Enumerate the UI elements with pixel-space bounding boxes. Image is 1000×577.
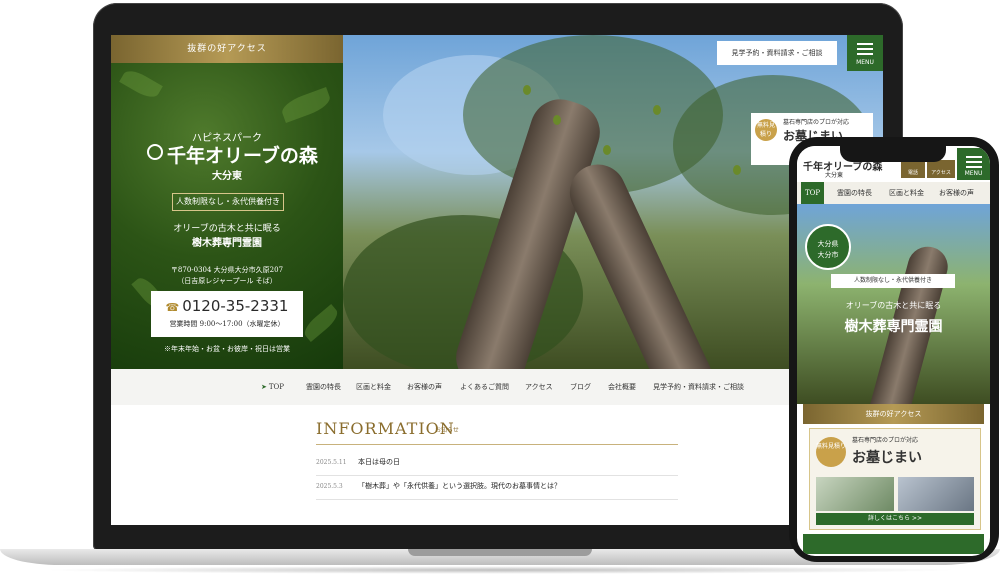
phone-number-row: ☎ 0120-35-2331	[151, 297, 303, 315]
address-note: （日吉原レジャープール そば）	[177, 277, 277, 285]
tab-voices[interactable]: お客様の声	[939, 182, 974, 204]
staff-photo	[898, 477, 974, 511]
reservation-button[interactable]: 見学予約・資料請求・ご相談	[717, 41, 837, 65]
olive-logo-icon	[147, 144, 163, 160]
leaf-decoration	[119, 66, 163, 102]
area-name: 大分東	[212, 171, 242, 182]
hamburger-icon	[966, 166, 982, 168]
news-date: 2025.5.3	[316, 483, 343, 490]
olive-fruit	[553, 115, 561, 125]
information-subtitle: お知らせ	[435, 427, 459, 434]
more-button[interactable]: 詳しくはこちら >>	[816, 513, 974, 525]
olive-fruit	[653, 105, 661, 115]
address[interactable]: 〒870-0304 大分県大分市久原207	[111, 265, 343, 275]
phone-access-label: 抜群の好アクセス	[803, 404, 984, 424]
holiday-note: ※年末年始・お盆・お彼岸・祝日は営業	[164, 345, 290, 353]
phone-tabs: TOP 霊園の特長 区画と料金 お客様の声	[797, 182, 990, 204]
location-city: 大分市	[817, 251, 839, 259]
laptop-shadow	[40, 566, 960, 574]
hamburger-icon	[966, 161, 982, 163]
free-estimate-badge: 無料見積り	[755, 119, 777, 141]
phone-menu-button[interactable]: MENU	[957, 148, 990, 180]
nav-faq[interactable]: よくあるご質問	[460, 369, 509, 405]
tagline: オリーブの古木と共に眠る	[845, 301, 942, 310]
leaf-decoration	[300, 304, 342, 342]
nav-plans[interactable]: 区画と料金	[356, 369, 391, 405]
hamburger-icon	[857, 43, 873, 45]
news-title: 「樹木葬」や「永代供養」という選択肢。現代のお墓事情とは？	[358, 482, 561, 490]
tab-plans[interactable]: 区画と料金	[889, 182, 924, 204]
phone-call-button[interactable]: 電話	[901, 160, 925, 178]
phone-box[interactable]: ☎ 0120-35-2331 営業時間 9:00〜17:00（水曜定休）	[151, 291, 303, 337]
hamburger-icon	[857, 53, 873, 55]
laptop-notch	[408, 549, 592, 556]
nav-top[interactable]: ➤ TOP	[261, 369, 284, 405]
olive-fruit	[603, 145, 611, 155]
arrow-right-icon: ➤	[261, 383, 267, 391]
phone-number: 0120-35-2331	[182, 297, 289, 315]
tagline: オリーブの古木と共に眠る	[173, 224, 281, 234]
tagline-main: 樹木葬専門霊園	[844, 319, 943, 335]
nav-blog[interactable]: ブログ	[570, 369, 591, 405]
divider	[316, 444, 678, 445]
phone-notch	[840, 146, 946, 162]
menu-button[interactable]: MENU	[847, 35, 883, 71]
freedial-icon: ☎	[165, 301, 180, 314]
banner-title: お墓じまい	[852, 450, 922, 466]
banner-text: 墓石専門店のプロが対応	[783, 119, 850, 126]
olive-fruit	[523, 85, 531, 95]
nav-company[interactable]: 会社概要	[608, 369, 636, 405]
leaf-decoration	[279, 87, 333, 123]
nav-voices[interactable]: お客様の声	[407, 369, 442, 405]
site-logo[interactable]: 千年オリーブの森	[147, 141, 318, 167]
phone-hero-image: 大分県大分市 人数制限なし・永代供養付き オリーブの古木と共に眠る 樹木葬専門霊…	[797, 204, 990, 404]
phone-area: 大分東	[825, 172, 844, 179]
menu-label: MENU	[964, 170, 983, 177]
feature-badge: 人数制限なし・永代供養付き	[172, 193, 284, 211]
olive-fruit	[733, 165, 741, 175]
hamburger-icon	[857, 48, 873, 50]
location-pref: 大分県	[817, 240, 839, 248]
hamburger-icon	[966, 156, 982, 158]
news-date: 2025.5.11	[316, 459, 347, 466]
menu-label: MENU	[856, 59, 874, 66]
location-badge: 大分県 大分市	[805, 224, 851, 270]
tab-top[interactable]: TOP	[801, 182, 825, 204]
news-item[interactable]: 2025.5.3 「樹木葬」や「永代供養」という選択肢。現代のお墓事情とは？	[316, 477, 678, 500]
free-estimate-badge: 無料見積り	[816, 437, 846, 467]
access-label: 抜群の好アクセス	[111, 35, 343, 63]
left-panel: 抜群の好アクセス ハピネスパーク 千年オリーブの森 大分東 人数制限なし・永代供…	[111, 35, 343, 369]
nav-access[interactable]: アクセス	[525, 369, 553, 405]
nav-reservation[interactable]: 見学予約・資料請求・ご相談	[653, 369, 744, 405]
tab-features[interactable]: 霊園の特長	[837, 182, 872, 204]
tagline-main: 樹木葬専門霊園	[192, 238, 262, 249]
nav-features[interactable]: 霊園の特長	[306, 369, 341, 405]
phone-bottom-bar	[803, 534, 984, 554]
staff-photo	[816, 477, 894, 511]
feature-badge: 人数制限なし・永代供養付き	[831, 274, 955, 288]
logo-text: 千年オリーブの森	[167, 145, 318, 167]
phone-screen: 千年オリーブの森 大分東 電話 アクセス MENU TOP 霊園の特長 区画と料…	[797, 146, 990, 556]
business-hours: 営業時間 9:00〜17:00（水曜定休）	[169, 320, 285, 328]
banner-text: 墓石専門店のプロが対応	[852, 437, 919, 444]
phone-access-button[interactable]: アクセス	[927, 160, 955, 178]
news-item[interactable]: 2025.5.11 本日は母の日	[316, 453, 678, 476]
laptop-screen: 抜群の好アクセス ハピネスパーク 千年オリーブの森 大分東 人数制限なし・永代供…	[111, 35, 883, 525]
news-title: 本日は母の日	[358, 458, 400, 466]
phone-ohaka-jimai-banner[interactable]: 無料見積り 墓石専門店のプロが対応 お墓じまい 詳しくはこちら >>	[809, 428, 981, 530]
nav-label: TOP	[268, 383, 284, 391]
main-nav: ➤ TOP 霊園の特長 区画と料金 お客様の声 よくあるご質問 アクセス ブログ …	[111, 369, 883, 405]
information-title: INFORMATION	[316, 419, 455, 438]
